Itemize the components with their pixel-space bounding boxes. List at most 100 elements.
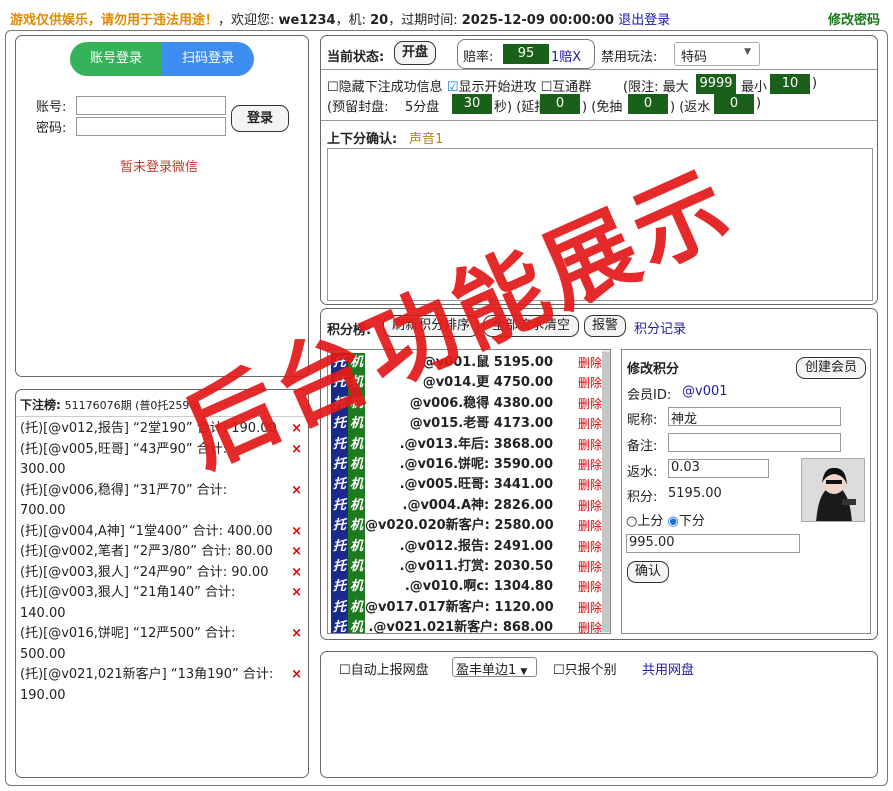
account-label: 账号: — [36, 100, 67, 115]
bet-row: 300.00 — [20, 462, 66, 477]
delete-bet-icon[interactable]: × — [291, 563, 302, 584]
remark-input[interactable] — [668, 433, 841, 452]
tab-account-login[interactable]: 账号登录 — [70, 42, 162, 76]
logout-link[interactable]: 退出登录 — [618, 13, 670, 28]
tuo-tag: 托 — [331, 414, 348, 435]
sound-label: 声音1 — [409, 132, 444, 147]
odds-suffix: 1赔X — [551, 50, 582, 65]
login-button[interactable]: 登录 — [231, 105, 289, 132]
banned-select[interactable]: 特码 ▼ — [674, 42, 760, 66]
modify-points-panel: 修改积分 创建会员 会员ID: @v001 昵称: 神龙 备注: 返水: 0.0… — [621, 349, 871, 634]
delete-bet-icon[interactable]: × — [291, 665, 302, 686]
warning-text: 游戏仅供娱乐，请勿用于违法用途！ — [10, 13, 219, 28]
mutual-group-checkbox[interactable]: ☐ — [541, 80, 553, 95]
ji-tag: 机 — [348, 495, 365, 517]
password-input[interactable] — [76, 117, 226, 136]
nickname-input[interactable]: 神龙 — [668, 407, 841, 427]
ranking-entry: @v020.020新客户: 2580.00 — [365, 518, 554, 534]
ranking-entry: @v015.老哥 4173.00 — [409, 416, 553, 432]
bets-title: 下注榜: — [20, 398, 61, 412]
auto-report-checkbox[interactable]: ☐ — [339, 663, 351, 678]
only-report-checkbox[interactable]: ☐ — [553, 663, 565, 678]
delete-link[interactable]: 删除 — [578, 618, 602, 633]
ranking-row: 托机 @v015.老哥 4173.00 删除 — [328, 414, 608, 435]
delete-link[interactable]: 删除 — [578, 373, 602, 393]
bet-row: (托)[@v016,饼呢] “12严500” 合计: × — [16, 624, 308, 645]
delete-bet-icon[interactable]: × — [291, 522, 302, 543]
ranking-entry: .@v012.报告: 2491.00 — [399, 538, 553, 554]
rebate-input[interactable]: 0.03 — [668, 459, 769, 478]
tuo-tag: 托 — [331, 475, 348, 496]
bet-row: 140.00 — [20, 605, 66, 621]
ranking-entry: .@v011.打赏: 2030.50 — [399, 559, 553, 574]
bets-list: (托)[@v012,报告] “2堂190” 合计: 190.00 × (托)[@v0… — [16, 417, 308, 706]
delete-link[interactable]: 删除 — [578, 577, 602, 597]
scrollbar[interactable] — [602, 350, 610, 633]
rebate-input[interactable]: 0 — [714, 94, 754, 114]
disk-select[interactable]: 盈丰单边1 ▼ — [452, 657, 537, 678]
limit-min-input[interactable]: 10 — [770, 74, 810, 94]
bet-row: (托)[@v003,狠人] “21角140” 合计: × — [16, 583, 308, 604]
create-member-button[interactable]: 创建会员 — [796, 357, 866, 379]
avatar-image — [802, 459, 864, 521]
delete-bet-icon[interactable]: × — [291, 583, 302, 604]
alarm-button[interactable]: 报警 — [584, 315, 626, 337]
delete-link[interactable]: 删除 — [578, 394, 602, 414]
bet-row: 700.00 — [20, 503, 66, 518]
ranking-entry: .@v021.021新客户: 868.00 — [368, 620, 553, 634]
delete-bet-icon[interactable]: × — [291, 419, 302, 440]
account-input[interactable] — [76, 96, 226, 115]
delete-link[interactable]: 删除 — [578, 475, 602, 495]
delete-link[interactable]: 删除 — [578, 435, 602, 455]
ranking-entry: .@v016.饼呢: 3590.00 — [399, 457, 553, 472]
expire-time: 2025-12-09 00:00:00 — [461, 13, 615, 28]
delete-link[interactable]: 删除 — [578, 353, 602, 373]
delete-link[interactable]: 删除 — [578, 455, 602, 475]
confirm-button[interactable]: 确认 — [627, 561, 669, 583]
show-start-checkbox[interactable]: ☑ — [447, 80, 459, 95]
delay-input[interactable]: 0 — [540, 94, 580, 114]
top-bar: 游戏仅供娱乐，请勿用于违法用途！，欢迎您: we1234，机: 20，过期时间:… — [10, 9, 880, 29]
delete-bet-icon[interactable]: × — [291, 542, 302, 563]
clear-all-button[interactable]: 全部流水清空 — [483, 315, 579, 337]
delete-link[interactable]: 删除 — [578, 598, 602, 618]
chevron-down-icon: ▼ — [744, 47, 751, 57]
limit-max-input[interactable]: 9999 — [696, 74, 736, 94]
ranking-row: 托机 @v001.鼠 5195.00 删除 — [328, 353, 608, 374]
delete-bet-icon[interactable]: × — [291, 624, 302, 645]
password-label: 密码: — [36, 121, 67, 136]
delete-link[interactable]: 删除 — [578, 516, 602, 536]
ranking-entry: @v017.017新客户: 1120.00 — [365, 599, 554, 615]
tab-qr-login[interactable]: 扫码登录 — [162, 42, 254, 76]
shared-disk-link[interactable]: 共用网盘 — [642, 659, 694, 678]
delete-link[interactable]: 删除 — [578, 496, 602, 516]
amount-input[interactable]: 995.00 — [626, 534, 800, 553]
down-radio[interactable]: ◉ — [668, 514, 679, 529]
score-log-link[interactable]: 积分记录 — [634, 318, 686, 337]
ji-tag: 机 — [348, 516, 365, 537]
up-radio[interactable]: ○ — [626, 514, 637, 529]
ji-tag: 机 — [348, 353, 365, 374]
delete-bet-icon[interactable]: × — [291, 440, 302, 461]
ji-tag: 机 — [348, 475, 365, 496]
tuo-tag: 托 — [331, 373, 348, 394]
state-button[interactable]: 开盘 — [394, 41, 436, 65]
change-password-link[interactable]: 修改密码 — [828, 9, 880, 28]
hide-success-checkbox[interactable]: ☐ — [327, 80, 339, 95]
delete-link[interactable]: 删除 — [578, 537, 602, 557]
waive-input[interactable]: 0 — [628, 94, 668, 114]
delete-link[interactable]: 删除 — [578, 557, 602, 577]
delete-bet-icon[interactable]: × — [291, 481, 302, 502]
odds-input[interactable]: 95 — [503, 44, 549, 64]
delete-link[interactable]: 删除 — [578, 414, 602, 434]
ranking-row: 托机 .@v004.A神: 2826.00 删除 — [328, 495, 608, 517]
reserve-input[interactable]: 30 — [452, 94, 492, 114]
confirm-label: 上下分确认: — [327, 132, 398, 147]
score-ranking-list: 托机 @v001.鼠 5195.00 删除托机 @v014.更 4750.00 删除托机… — [327, 349, 611, 634]
confirm-textarea[interactable] — [327, 148, 873, 301]
ranking-row: 托机 .@v021.021新客户: 868.00 删除 — [328, 618, 608, 634]
score-title: 积分榜: — [327, 323, 372, 338]
refresh-sort-button[interactable]: 刷新积分排序 — [383, 315, 479, 337]
ji-tag: 机 — [348, 393, 365, 415]
bottom-panel: ☐自动上报网盘 盈丰单边1 ▼ ☐只报个别 共用网盘 — [320, 651, 878, 778]
